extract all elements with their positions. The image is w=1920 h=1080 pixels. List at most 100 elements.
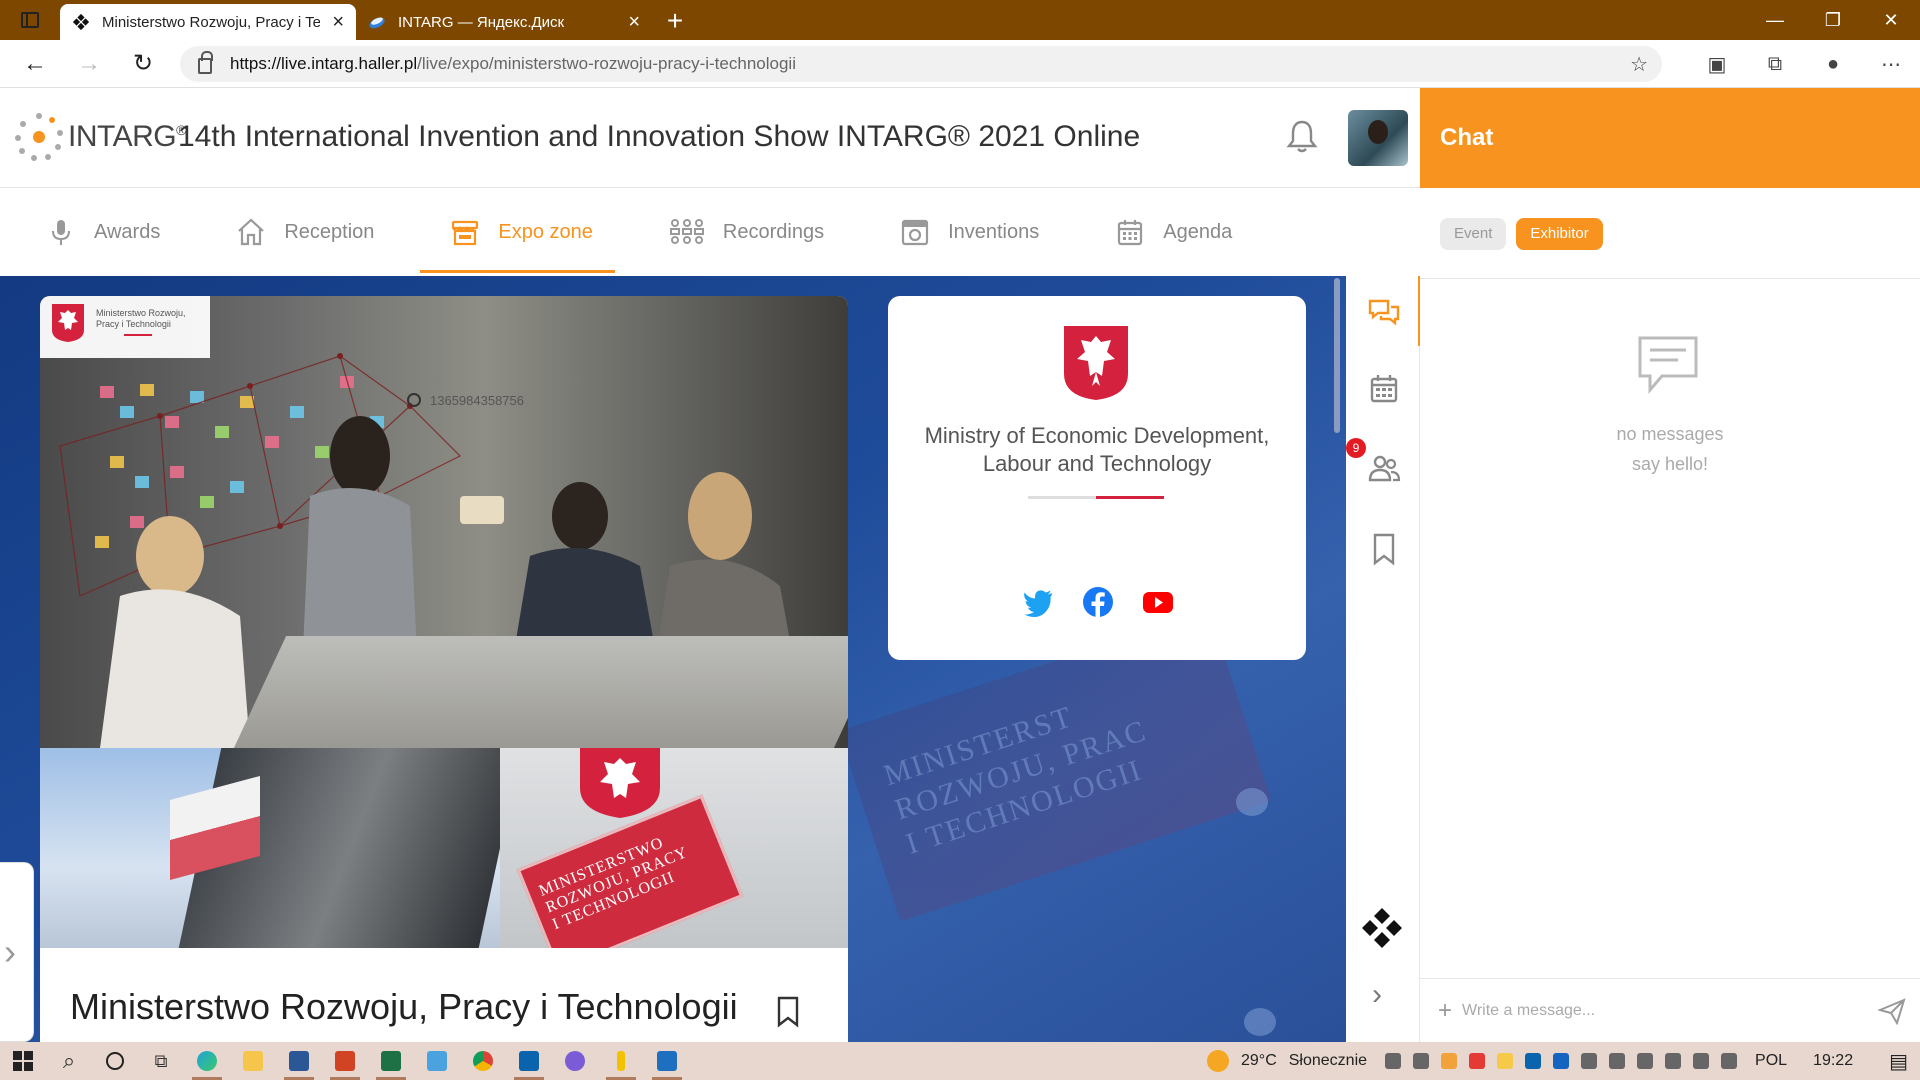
bell-icon[interactable] bbox=[1286, 118, 1318, 154]
refresh-icon[interactable]: ↻ bbox=[116, 49, 170, 78]
youtube-icon[interactable] bbox=[1142, 586, 1174, 618]
calendar-icon[interactable] bbox=[1367, 372, 1401, 406]
previous-exhibitor-handle[interactable]: › bbox=[0, 862, 34, 1042]
tab-close-icon[interactable]: × bbox=[332, 12, 344, 32]
attendees-icon[interactable] bbox=[1367, 452, 1401, 486]
intarg-mark-icon[interactable] bbox=[1360, 906, 1404, 950]
outlook-icon[interactable] bbox=[506, 1042, 552, 1080]
restore-icon[interactable]: ❐ bbox=[1804, 0, 1862, 40]
browser-toolbar-right: ▣ ⧉ ● ⋯ bbox=[1688, 40, 1920, 88]
avatar[interactable] bbox=[1348, 110, 1408, 166]
lock-icon[interactable] bbox=[198, 51, 213, 74]
exhibitor-photo-office: 1365984358756 Ministerstwo Rozwoju, Prac… bbox=[40, 296, 848, 748]
file-explorer-icon[interactable] bbox=[230, 1042, 276, 1080]
nav-inventions[interactable]: Inventions bbox=[854, 188, 1069, 276]
twitter-icon[interactable] bbox=[1022, 586, 1054, 618]
nav-label: Reception bbox=[284, 220, 375, 243]
facebook-icon[interactable] bbox=[1082, 586, 1114, 618]
weather-sun-icon[interactable] bbox=[1207, 1050, 1229, 1072]
chat-divider bbox=[1420, 278, 1920, 279]
background-decoration bbox=[1236, 788, 1268, 816]
expo-stand-area: MINISTERST ROZWOJU, PRAC I TECHNOLOGII 1… bbox=[0, 276, 1346, 1042]
address-bar[interactable]: https://live.intarg.haller.pl/live/expo/… bbox=[180, 46, 1662, 82]
clock[interactable]: 19:22 bbox=[1813, 1052, 1853, 1070]
photos-icon[interactable] bbox=[644, 1042, 690, 1080]
excel-icon[interactable] bbox=[368, 1042, 414, 1080]
app-icon[interactable] bbox=[598, 1042, 644, 1080]
close-window-icon[interactable]: ✕ bbox=[1862, 0, 1920, 40]
minimize-icon[interactable]: — bbox=[1746, 0, 1804, 40]
chat-tab-event[interactable]: Event bbox=[1440, 218, 1507, 250]
store-icon bbox=[452, 220, 479, 246]
brand-name: INTARG® bbox=[68, 120, 186, 153]
yandex-disk-favicon-icon bbox=[369, 17, 385, 29]
edge-taskbar-icon[interactable] bbox=[184, 1042, 230, 1080]
bookmark-icon[interactable] bbox=[1367, 532, 1401, 566]
word-icon[interactable] bbox=[276, 1042, 322, 1080]
profile-icon[interactable]: ● bbox=[1804, 53, 1862, 76]
scrollbar-thumb[interactable] bbox=[1334, 278, 1340, 433]
nav-reception[interactable]: Reception bbox=[190, 188, 404, 276]
ministry-logo-text: Ministerstwo Rozwoju, Pracy i Technologi… bbox=[96, 308, 186, 329]
exhibitor-name: Ministerstwo Rozwoju, Pracy i Technologi… bbox=[70, 986, 738, 1027]
tray-icons[interactable] bbox=[1379, 1052, 1743, 1070]
intarg-favicon-icon bbox=[72, 13, 90, 31]
browser-tab[interactable]: INTARG — Яндекс.Диск × bbox=[356, 4, 652, 40]
url-host: https://live.intarg.haller.pl bbox=[230, 54, 418, 73]
powerpoint-icon[interactable] bbox=[322, 1042, 368, 1080]
empty-chat-title: no messages bbox=[1616, 424, 1724, 444]
nav-label: Agenda bbox=[1163, 220, 1233, 243]
chat-bubbles-icon[interactable] bbox=[1367, 296, 1401, 330]
nav-awards[interactable]: Awards bbox=[0, 188, 190, 276]
more-menu-icon[interactable]: ⋯ bbox=[1862, 52, 1920, 77]
cortana-icon[interactable] bbox=[92, 1042, 138, 1080]
language-indicator[interactable]: POL bbox=[1755, 1052, 1787, 1070]
microphone-icon bbox=[52, 220, 70, 245]
bookmark-icon[interactable] bbox=[776, 996, 800, 1028]
back-icon[interactable]: ← bbox=[8, 50, 62, 78]
new-tab-button[interactable]: + bbox=[652, 4, 698, 40]
browser-tab-bar: Ministerstwo Rozwoju, Pracy i Technologi… bbox=[0, 0, 1920, 40]
browser-toolbar: ← → ↻ https://live.intarg.haller.pl/live… bbox=[0, 40, 1920, 88]
task-view-icon[interactable]: ⧉ bbox=[138, 1042, 184, 1080]
nav-agenda[interactable]: Agenda bbox=[1069, 188, 1262, 276]
app-icon[interactable] bbox=[552, 1042, 598, 1080]
windows-start-icon[interactable] bbox=[0, 1042, 46, 1080]
empty-chat-icon bbox=[1638, 336, 1698, 395]
tab-actions-menu-button[interactable] bbox=[0, 0, 60, 40]
favorite-star-icon[interactable]: ☆ bbox=[1630, 52, 1648, 77]
polish-eagle-icon bbox=[1064, 326, 1128, 400]
forward-icon[interactable]: → bbox=[62, 50, 116, 78]
nav-label: Expo zone bbox=[498, 220, 593, 243]
chrome-icon[interactable] bbox=[460, 1042, 506, 1080]
nav-label: Recordings bbox=[722, 220, 825, 243]
attendees-count-badge: 9 bbox=[1346, 438, 1366, 458]
send-icon[interactable] bbox=[1878, 997, 1906, 1025]
intarg-logo-icon bbox=[15, 113, 63, 161]
photo-overlay-text: 1365984358756 bbox=[430, 393, 524, 408]
weather-text[interactable]: Słonecznie bbox=[1289, 1052, 1367, 1070]
ministry-logo-badge: Ministerstwo Rozwoju, Pracy i Technologi… bbox=[40, 296, 210, 358]
chat-tab-exhibitor[interactable]: Exhibitor bbox=[1516, 218, 1603, 250]
chat-message-input[interactable]: + Write a message... bbox=[1420, 978, 1920, 1042]
search-icon[interactable]: ⌕ bbox=[46, 1042, 92, 1080]
collections-icon[interactable]: ⧉ bbox=[1746, 53, 1804, 76]
browser-tab-active[interactable]: Ministerstwo Rozwoju, Pracy i Technologi… bbox=[60, 4, 356, 40]
tab-title: INTARG — Яндекс.Диск bbox=[398, 13, 565, 31]
main-nav: Awards Reception Expo zone Recordings In… bbox=[0, 188, 1420, 276]
add-attachment-icon[interactable]: + bbox=[1438, 997, 1452, 1025]
nav-expo-zone[interactable]: Expo zone bbox=[404, 188, 623, 276]
temperature[interactable]: 29°C bbox=[1241, 1052, 1277, 1070]
chat-tabs: Event Exhibitor bbox=[1440, 218, 1603, 250]
notifications-icon[interactable]: ▤ bbox=[1889, 1049, 1908, 1074]
exhibitor-card[interactable]: 1365984358756 Ministerstwo Rozwoju, Prac… bbox=[40, 296, 848, 1042]
exhibitor-name-english: Ministry of Economic Development, Labour… bbox=[924, 423, 1270, 476]
info-divider bbox=[1028, 496, 1164, 499]
tab-close-icon[interactable]: × bbox=[628, 12, 640, 32]
exhibitor-photo-building: MINISTERSTWO ROZWOJU, PRACY I TECHNOLOGI… bbox=[40, 748, 848, 948]
extension-icon[interactable]: ▣ bbox=[1688, 52, 1746, 77]
nav-recordings[interactable]: Recordings bbox=[623, 188, 854, 276]
next-exhibitor-chevron-icon[interactable]: › bbox=[1372, 978, 1382, 1012]
app-icon[interactable] bbox=[414, 1042, 460, 1080]
chevron-right-icon: › bbox=[4, 931, 16, 972]
